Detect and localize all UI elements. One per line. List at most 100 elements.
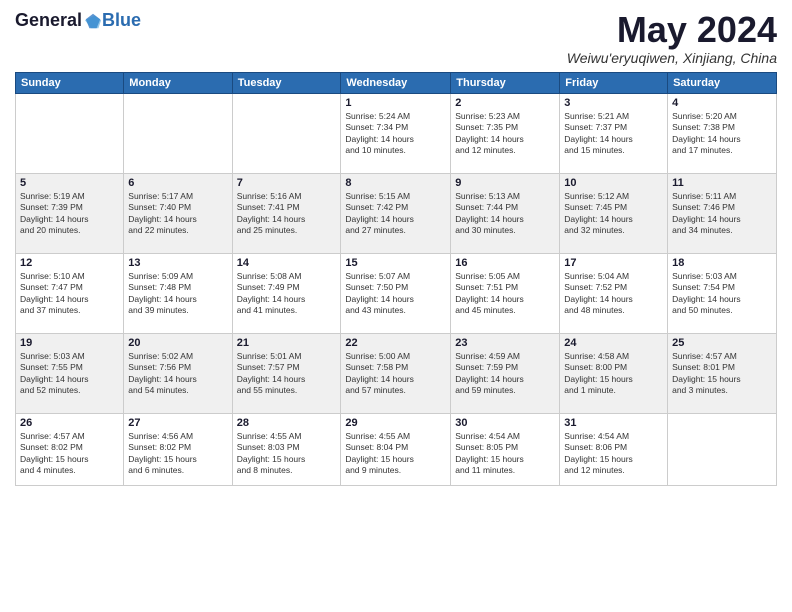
day-info: Sunrise: 5:05 AM Sunset: 7:51 PM Dayligh… [455, 271, 555, 317]
day-number: 17 [564, 257, 663, 269]
calendar-cell: 4Sunrise: 5:20 AM Sunset: 7:38 PM Daylig… [668, 93, 777, 173]
day-info: Sunrise: 5:03 AM Sunset: 7:55 PM Dayligh… [20, 351, 119, 397]
calendar-cell: 29Sunrise: 4:55 AM Sunset: 8:04 PM Dayli… [341, 413, 451, 485]
day-info: Sunrise: 4:59 AM Sunset: 7:59 PM Dayligh… [455, 351, 555, 397]
calendar-cell: 16 Sunrise: 5:05 AM Sunset: 7:51 PM Dayli… [451, 253, 560, 333]
day-number: 29 [345, 417, 446, 429]
day-info: Sunrise: 4:57 AM Sunset: 8:02 PM Dayligh… [20, 431, 119, 477]
calendar-cell [16, 93, 124, 173]
day-info: Sunrise: 4:55 AM Sunset: 8:03 PM Dayligh… [237, 431, 337, 477]
weekday-header-friday: Friday [560, 72, 668, 93]
calendar-week-row: 26 Sunrise: 4:57 AM Sunset: 8:02 PM Dayli… [16, 413, 777, 485]
calendar-cell: 28 Sunrise: 4:55 AM Sunset: 8:03 PM Dayli… [232, 413, 341, 485]
title-section: May 2024 Weiwu'eryuqiwen, Xinjiang, Chin… [567, 10, 777, 66]
day-number: 12 [20, 257, 119, 269]
weekday-header-wednesday: Wednesday [341, 72, 451, 93]
day-number: 30 [455, 417, 555, 429]
day-number: 6 [128, 177, 227, 189]
calendar-table: SundayMondayTuesdayWednesdayThursdayFrid… [15, 72, 777, 486]
calendar-cell [124, 93, 232, 173]
day-number: 26 [20, 417, 119, 429]
day-number: 1 [345, 97, 446, 109]
day-info: Sunrise: 5:15 AM Sunset: 7:42 PM Dayligh… [345, 191, 446, 237]
calendar-cell: 6 Sunrise: 5:17 AM Sunset: 7:40 PM Daylig… [124, 173, 232, 253]
calendar-cell: 24 Sunrise: 4:58 AM Sunset: 8:00 PM Dayli… [560, 333, 668, 413]
day-info: Sunrise: 4:54 AM Sunset: 8:06 PM Dayligh… [564, 431, 663, 477]
calendar-cell: 27Sunrise: 4:56 AM Sunset: 8:02 PM Dayli… [124, 413, 232, 485]
calendar-cell: 9 Sunrise: 5:13 AM Sunset: 7:44 PM Daylig… [451, 173, 560, 253]
calendar-header-row: SundayMondayTuesdayWednesdayThursdayFrid… [16, 72, 777, 93]
day-info: Sunrise: 5:07 AM Sunset: 7:50 PM Dayligh… [345, 271, 446, 317]
day-number: 23 [455, 337, 555, 349]
day-number: 27 [128, 417, 227, 429]
day-number: 25 [672, 337, 772, 349]
calendar-cell: 22Sunrise: 5:00 AM Sunset: 7:58 PM Dayli… [341, 333, 451, 413]
logo-general-text: General [15, 10, 82, 31]
month-title: May 2024 [567, 10, 777, 50]
day-info: Sunrise: 5:01 AM Sunset: 7:57 PM Dayligh… [237, 351, 337, 397]
day-number: 11 [672, 177, 772, 189]
calendar-cell: 10 Sunrise: 5:12 AM Sunset: 7:45 PM Dayli… [560, 173, 668, 253]
calendar-cell: 26 Sunrise: 4:57 AM Sunset: 8:02 PM Dayli… [16, 413, 124, 485]
day-number: 13 [128, 257, 227, 269]
calendar-cell: 15 Sunrise: 5:07 AM Sunset: 7:50 PM Dayli… [341, 253, 451, 333]
weekday-header-monday: Monday [124, 72, 232, 93]
calendar-cell: 31Sunrise: 4:54 AM Sunset: 8:06 PM Dayli… [560, 413, 668, 485]
calendar-cell [668, 413, 777, 485]
day-info: Sunrise: 5:03 AM Sunset: 7:54 PM Dayligh… [672, 271, 772, 317]
day-info: Sunrise: 5:10 AM Sunset: 7:47 PM Dayligh… [20, 271, 119, 317]
calendar-cell: 17Sunrise: 5:04 AM Sunset: 7:52 PM Dayli… [560, 253, 668, 333]
location-subtitle: Weiwu'eryuqiwen, Xinjiang, China [567, 50, 777, 66]
day-number: 16 [455, 257, 555, 269]
calendar-cell: 3Sunrise: 5:21 AM Sunset: 7:37 PM Daylig… [560, 93, 668, 173]
day-info: Sunrise: 5:00 AM Sunset: 7:58 PM Dayligh… [345, 351, 446, 397]
weekday-header-tuesday: Tuesday [232, 72, 341, 93]
calendar-cell: 30 Sunrise: 4:54 AM Sunset: 8:05 PM Dayli… [451, 413, 560, 485]
day-number: 5 [20, 177, 119, 189]
calendar-cell: 25Sunrise: 4:57 AM Sunset: 8:01 PM Dayli… [668, 333, 777, 413]
day-number: 14 [237, 257, 337, 269]
calendar-cell: 23 Sunrise: 4:59 AM Sunset: 7:59 PM Dayli… [451, 333, 560, 413]
calendar-cell: 20 Sunrise: 5:02 AM Sunset: 7:56 PM Dayli… [124, 333, 232, 413]
calendar-cell: 12 Sunrise: 5:10 AM Sunset: 7:47 PM Dayli… [16, 253, 124, 333]
calendar-cell: 11 Sunrise: 5:11 AM Sunset: 7:46 PM Dayli… [668, 173, 777, 253]
day-info: Sunrise: 4:54 AM Sunset: 8:05 PM Dayligh… [455, 431, 555, 477]
day-info: Sunrise: 5:23 AM Sunset: 7:35 PM Dayligh… [455, 111, 555, 157]
calendar-cell: 14 Sunrise: 5:08 AM Sunset: 7:49 PM Dayli… [232, 253, 341, 333]
day-number: 10 [564, 177, 663, 189]
day-info: Sunrise: 5:12 AM Sunset: 7:45 PM Dayligh… [564, 191, 663, 237]
day-number: 8 [345, 177, 446, 189]
day-info: Sunrise: 5:11 AM Sunset: 7:46 PM Dayligh… [672, 191, 772, 237]
calendar-cell: 2Sunrise: 5:23 AM Sunset: 7:35 PM Daylig… [451, 93, 560, 173]
weekday-header-thursday: Thursday [451, 72, 560, 93]
day-number: 7 [237, 177, 337, 189]
day-info: Sunrise: 5:17 AM Sunset: 7:40 PM Dayligh… [128, 191, 227, 237]
day-number: 9 [455, 177, 555, 189]
day-info: Sunrise: 5:16 AM Sunset: 7:41 PM Dayligh… [237, 191, 337, 237]
calendar-cell: 18Sunrise: 5:03 AM Sunset: 7:54 PM Dayli… [668, 253, 777, 333]
day-number: 28 [237, 417, 337, 429]
calendar-cell: 8 Sunrise: 5:15 AM Sunset: 7:42 PM Daylig… [341, 173, 451, 253]
logo-icon [84, 12, 102, 30]
day-number: 20 [128, 337, 227, 349]
day-info: Sunrise: 5:20 AM Sunset: 7:38 PM Dayligh… [672, 111, 772, 157]
calendar-cell: 21 Sunrise: 5:01 AM Sunset: 7:57 PM Dayli… [232, 333, 341, 413]
day-number: 15 [345, 257, 446, 269]
day-info: Sunrise: 5:21 AM Sunset: 7:37 PM Dayligh… [564, 111, 663, 157]
logo: General Blue [15, 10, 141, 31]
calendar-week-row: 12 Sunrise: 5:10 AM Sunset: 7:47 PM Dayli… [16, 253, 777, 333]
calendar-cell [232, 93, 341, 173]
day-info: Sunrise: 5:02 AM Sunset: 7:56 PM Dayligh… [128, 351, 227, 397]
day-info: Sunrise: 5:13 AM Sunset: 7:44 PM Dayligh… [455, 191, 555, 237]
day-info: Sunrise: 4:58 AM Sunset: 8:00 PM Dayligh… [564, 351, 663, 397]
day-info: Sunrise: 5:08 AM Sunset: 7:49 PM Dayligh… [237, 271, 337, 317]
weekday-header-saturday: Saturday [668, 72, 777, 93]
day-number: 19 [20, 337, 119, 349]
logo-blue-text: Blue [102, 10, 141, 31]
calendar-week-row: 5Sunrise: 5:19 AM Sunset: 7:39 PM Daylig… [16, 173, 777, 253]
calendar-cell: 13Sunrise: 5:09 AM Sunset: 7:48 PM Dayli… [124, 253, 232, 333]
page: General Blue May 2024 Weiwu'eryuqiwen, X… [0, 0, 792, 612]
day-number: 21 [237, 337, 337, 349]
day-number: 24 [564, 337, 663, 349]
calendar-week-row: 19 Sunrise: 5:03 AM Sunset: 7:55 PM Dayli… [16, 333, 777, 413]
